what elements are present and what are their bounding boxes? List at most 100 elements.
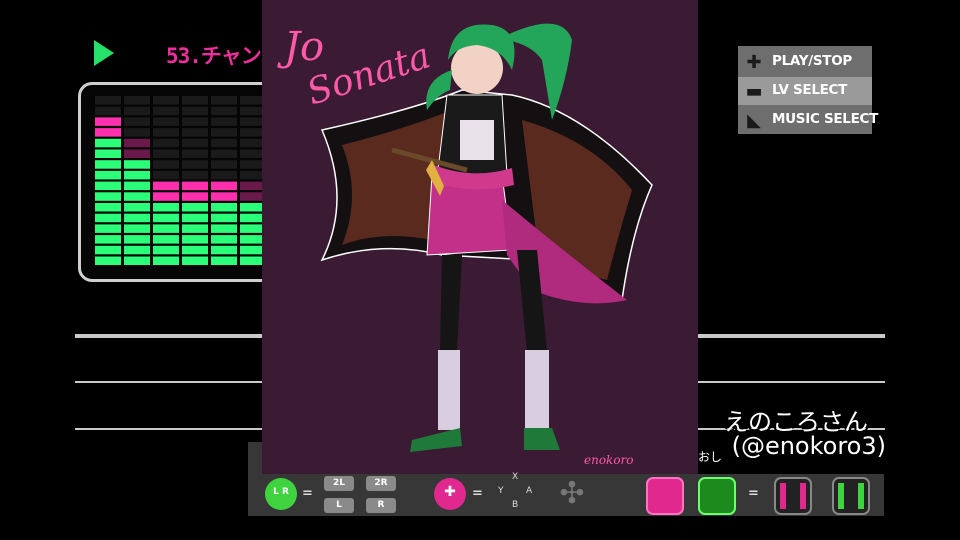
eq-cell [95,224,121,233]
eq-cell [153,170,179,180]
eq-cell [211,203,237,212]
eq-cell [95,192,121,201]
eq-cell [182,245,208,255]
eq-cell [182,192,208,201]
eq-cell [182,138,208,148]
eq-cell [153,128,179,137]
eq-cell [211,138,237,148]
eq-cell [124,181,150,191]
eq-cell [153,117,179,126]
joycon-pair-green-icon [832,477,870,515]
eq-cell [124,224,150,233]
button-2l: 2L [324,476,354,491]
eq-cell [182,213,208,223]
eq-cell [124,192,150,201]
minus-icon: ▬ [745,81,763,102]
button-2r: 2R [366,476,396,491]
eq-cell [182,128,208,137]
eq-cell [153,96,179,105]
eq-cell [95,256,121,265]
eq-cell [124,138,150,148]
eq-cell [124,149,150,158]
eq-cell [182,256,208,265]
eq-cell [182,96,208,105]
eq-cell [95,235,121,244]
eq-cell [95,160,121,169]
face-buttons-badge-icon: ✚ [434,478,466,510]
eq-cell [124,245,150,255]
lr-badge-icon: L R [265,478,297,510]
eq-cell [211,117,237,126]
character-illustration: Jo Sonata enokoro [277,23,653,467]
l-button-icon: ◣ [747,110,761,131]
eq-cell [124,235,150,244]
eq-cell [95,213,121,223]
eq-cell [124,106,150,116]
eq-cell [211,96,237,105]
eq-cell [95,170,121,180]
eq-cell [95,203,121,212]
eq-cell [153,256,179,265]
eq-cell [153,213,179,223]
joycon-pair-pink-icon [774,477,812,515]
eq-cell [211,213,237,223]
eq-cell [95,106,121,116]
eq-cell [153,224,179,233]
eq-cell [153,138,179,148]
eq-cell [95,117,121,126]
eq-cell [182,224,208,233]
eq-cell [95,181,121,191]
eq-cell [211,224,237,233]
eq-cell [124,96,150,105]
eq-cell [211,245,237,255]
eq-cell [182,160,208,169]
joycon-pink-icon [646,477,684,515]
eq-cell [95,245,121,255]
face-buttons-icon: X Y A B [498,472,533,510]
artist-credit-handle: (@enokoro3) [731,432,886,460]
eq-cell [153,106,179,116]
artwork-signature: enokoro [584,453,634,467]
eq-cell [124,160,150,169]
eq-cell [182,170,208,180]
eq-cell [124,128,150,137]
dpad-icon: ✣ [559,476,585,511]
eq-cell [153,160,179,169]
eq-cell [211,192,237,201]
eq-cell [95,149,121,158]
eq-cell [182,235,208,244]
eq-cell [153,149,179,158]
eq-cell [182,181,208,191]
play-indicator-icon [94,40,114,66]
eq-cell [211,181,237,191]
artwork-title-line1: Jo [277,24,324,70]
song-artwork: Jo Sonata enokoro [262,0,698,474]
eq-cell [124,117,150,126]
eq-cell [95,128,121,137]
eq-cell [182,117,208,126]
eq-cell [95,96,121,105]
eq-cell [153,192,179,201]
button-l: L [324,498,354,513]
eq-cell [124,213,150,223]
eq-cell [182,106,208,116]
eq-cell [153,203,179,212]
eq-cell [211,149,237,158]
plus-icon: ✚ [746,52,762,73]
eq-cell [211,128,237,137]
eq-cell [153,181,179,191]
bottom-bar-edge [248,442,262,474]
eq-cell [211,256,237,265]
controls-legend: ✚ PLAY/STOP ▬ LV SELECT ◣ MUSIC SELECT [738,46,878,134]
partial-caption: おし [698,450,723,464]
joycon-green-icon [698,477,736,515]
legend-music-select: ◣ MUSIC SELECT [738,106,878,134]
eq-cell [182,149,208,158]
legend-lv-select: ▬ LV SELECT [738,77,872,105]
controller-hint-bar: L R = 2L 2R L R ✚ = X Y A B ✣ = [248,472,884,516]
eq-cell [153,245,179,255]
eq-cell [153,235,179,244]
legend-play-stop: ✚ PLAY/STOP [746,52,852,73]
eq-cell [124,170,150,180]
eq-cell [124,256,150,265]
